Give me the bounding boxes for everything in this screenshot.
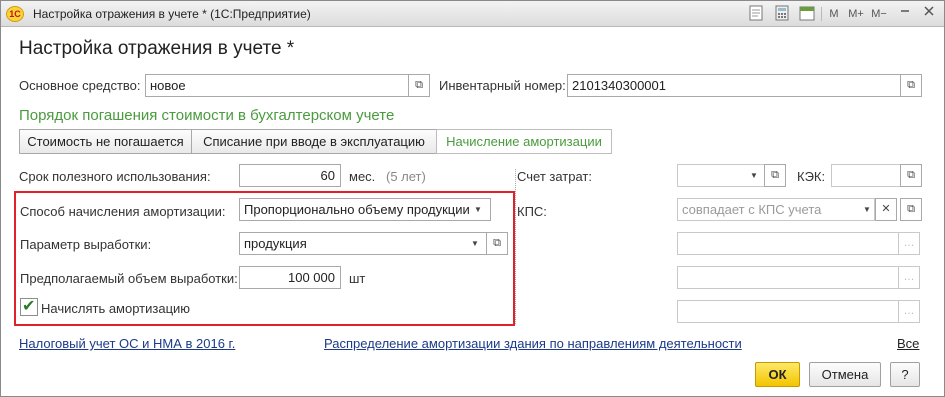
- tab-depreciation[interactable]: Начисление амортизации: [436, 129, 612, 154]
- select-button[interactable]: …: [898, 266, 920, 289]
- toolbar-separator: [821, 7, 822, 21]
- useful-life-hint: (5 лет): [386, 169, 426, 184]
- output-param-field[interactable]: продукция: [239, 232, 487, 255]
- chevron-down-icon[interactable]: ▼: [744, 165, 764, 186]
- tax-accounting-link[interactable]: Налоговый учет ОС и НМА в 2016 г.: [19, 336, 235, 351]
- title-bar: 1С Настройка отражения в учете * (1С:Пре…: [1, 1, 944, 27]
- method-select[interactable]: Пропорционально объему продукции: [239, 198, 491, 221]
- kek-label: КЭК:: [797, 169, 826, 184]
- kps-label: КПС:: [517, 204, 547, 219]
- open-icon: ⧉: [493, 237, 501, 249]
- memory-minus-button[interactable]: M−: [869, 5, 889, 23]
- inventory-number-field[interactable]: 2101340300001: [567, 74, 901, 97]
- open-kek-button[interactable]: ⧉: [900, 164, 922, 187]
- close-icon: ✕: [881, 203, 891, 215]
- open-icon: ⧉: [907, 203, 915, 215]
- minimize-icon[interactable]: [897, 5, 913, 23]
- select-button[interactable]: …: [898, 232, 920, 255]
- output-param-label: Параметр выработки:: [20, 237, 152, 252]
- document-icon[interactable]: [747, 5, 765, 23]
- tab-write-off-on-commissioning[interactable]: Списание при вводе в эксплуатацию: [191, 129, 437, 154]
- inventory-number-label: Инвентарный номер:: [439, 78, 566, 93]
- select-button[interactable]: …: [898, 300, 920, 323]
- distribution-link[interactable]: Распределение амортизации здания по напр…: [324, 336, 742, 351]
- open-output-param-button[interactable]: ⧉: [486, 232, 508, 255]
- open-fixed-asset-button[interactable]: ⧉: [408, 74, 430, 97]
- right-empty-field-3[interactable]: [677, 300, 899, 323]
- open-icon: ⧉: [907, 169, 915, 181]
- clear-kps-button[interactable]: ✕: [875, 198, 897, 221]
- column-separator: [515, 169, 516, 324]
- close-icon[interactable]: [921, 5, 937, 23]
- chevron-down-icon[interactable]: ▼: [465, 233, 485, 254]
- help-button[interactable]: ?: [890, 362, 920, 387]
- useful-life-unit: мес.: [349, 169, 376, 184]
- cancel-button[interactable]: Отмена: [809, 362, 881, 387]
- open-icon: ⧉: [907, 79, 915, 91]
- accrue-label[interactable]: Начислять амортизацию: [41, 301, 190, 316]
- cost-account-label: Счет затрат:: [517, 169, 592, 184]
- accrue-checkbox[interactable]: ✔: [20, 298, 38, 316]
- method-label: Способ начисления амортизации:: [20, 204, 226, 219]
- checkmark-icon: ✔: [22, 298, 36, 315]
- memory-button[interactable]: M: [827, 5, 841, 23]
- open-cost-account-button[interactable]: ⧉: [764, 164, 786, 187]
- open-inventory-button[interactable]: ⧉: [900, 74, 922, 97]
- fixed-asset-label: Основное средство:: [19, 78, 141, 93]
- chevron-down-icon[interactable]: ▼: [857, 199, 877, 220]
- open-icon: ⧉: [771, 169, 779, 181]
- open-kps-button[interactable]: ⧉: [900, 198, 922, 221]
- useful-life-field[interactable]: 60: [239, 164, 341, 187]
- section-title: Порядок погашения стоимости в бухгалтерс…: [19, 107, 395, 124]
- chevron-down-icon[interactable]: ▼: [468, 199, 488, 220]
- calculator-icon[interactable]: [773, 5, 791, 23]
- expected-volume-unit: шт: [349, 271, 366, 286]
- right-empty-field-2[interactable]: [677, 266, 899, 289]
- fixed-asset-field[interactable]: новое: [145, 74, 409, 97]
- calendar-icon[interactable]: [798, 5, 816, 23]
- kps-placeholder: совпадает с КПС учета: [682, 202, 822, 217]
- form-title: Настройка отражения в учете *: [19, 38, 295, 59]
- all-link[interactable]: Все: [897, 336, 919, 351]
- useful-life-label: Срок полезного использования:: [19, 169, 211, 184]
- open-icon: ⧉: [415, 79, 423, 91]
- expected-volume-field[interactable]: 100 000: [239, 266, 341, 289]
- app-logo-icon: 1С: [6, 6, 24, 22]
- dialog-window: 1С Настройка отражения в учете * (1С:Пре…: [0, 0, 945, 397]
- expected-volume-label: Предполагаемый объем выработки:: [20, 271, 238, 286]
- kek-field[interactable]: [831, 164, 901, 187]
- window-title: Настройка отражения в учете * (1С:Предпр…: [33, 7, 311, 21]
- memory-plus-button[interactable]: M+: [846, 5, 866, 23]
- right-empty-field-1[interactable]: [677, 232, 899, 255]
- kps-field[interactable]: совпадает с КПС учета: [677, 198, 875, 221]
- tab-no-repayment[interactable]: Стоимость не погашается: [19, 129, 192, 154]
- ok-button[interactable]: ОК: [755, 362, 800, 387]
